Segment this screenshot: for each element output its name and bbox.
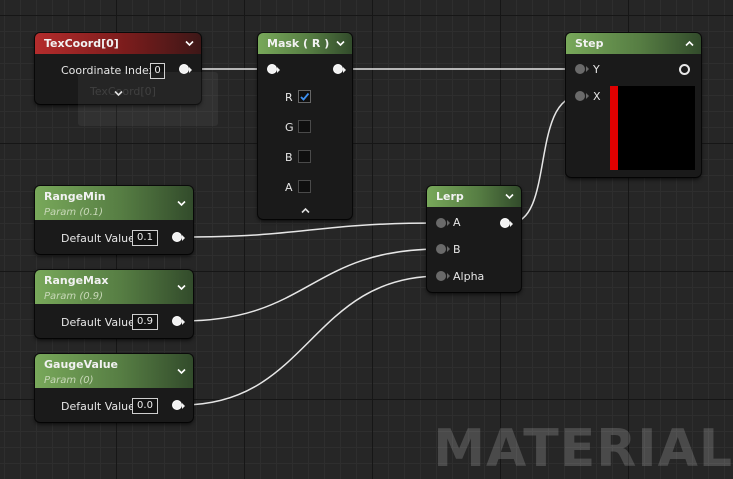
chevron-down-icon[interactable]: [504, 191, 515, 202]
channel-b-label: B: [285, 151, 293, 164]
wire-gaugevalue-to-lerp-alpha[interactable]: [181, 275, 441, 406]
wire-rangemin-to-lerp-a[interactable]: [181, 222, 441, 238]
material-graph-canvas[interactable]: TexCoord[0] Coordinate Index 0 TexCoord[…: [0, 0, 733, 479]
lerp-node[interactable]: Lerp A B Alpha: [427, 186, 521, 292]
texcoord-node-header[interactable]: TexCoord[0]: [35, 33, 201, 54]
step-node-header[interactable]: Step: [566, 33, 701, 54]
gaugevalue-default-label: Default Value: [61, 400, 135, 413]
rangemax-default-label: Default Value: [61, 316, 135, 329]
channel-r-label: R: [285, 91, 293, 104]
lerp-a-input-pin[interactable]: [436, 218, 450, 228]
gaugevalue-node[interactable]: GaugeValue Param (0) Default Value 0.0: [35, 354, 193, 422]
texcoord-ghost-label: TexCoord[0]: [78, 72, 218, 126]
gaugevalue-node-header[interactable]: GaugeValue Param (0): [35, 354, 193, 388]
step-x-label: X: [593, 90, 601, 103]
mask-node[interactable]: Mask ( R ) R G B A: [258, 33, 352, 219]
step-node[interactable]: Step Y X: [566, 33, 701, 177]
rangemin-node-header[interactable]: RangeMin Param (0.1): [35, 186, 193, 220]
chevron-down-icon[interactable]: [176, 282, 187, 293]
lerp-output-pin[interactable]: [500, 218, 513, 228]
gaugevalue-subtitle: Param (0): [44, 375, 94, 386]
channel-g-checkbox[interactable]: [298, 120, 311, 133]
channel-r-checkbox[interactable]: [298, 90, 311, 103]
chevron-down-icon[interactable]: [176, 198, 187, 209]
lerp-alpha-label: Alpha: [453, 270, 485, 283]
texcoord-node-title: TexCoord[0]: [44, 37, 119, 50]
rangemin-subtitle: Param (0.1): [44, 207, 104, 218]
chevron-down-icon[interactable]: [176, 366, 187, 377]
rangemax-node[interactable]: RangeMax Param (0.9) Default Value 0.9: [35, 270, 193, 338]
step-output-pin[interactable]: [679, 64, 690, 75]
mask-node-header[interactable]: Mask ( R ): [258, 33, 352, 54]
rangemin-title: RangeMin: [44, 190, 106, 203]
channel-a-checkbox[interactable]: [298, 180, 311, 193]
lerp-a-label: A: [453, 216, 461, 229]
channel-a-label: A: [285, 181, 293, 194]
step-y-label: Y: [593, 63, 600, 76]
gaugevalue-output-pin[interactable]: [172, 400, 185, 410]
preview-red-bar: [610, 86, 618, 170]
rangemin-value-field[interactable]: 0.1: [132, 230, 158, 246]
chevron-up-icon[interactable]: [300, 205, 311, 216]
rangemax-value-field[interactable]: 0.9: [132, 314, 158, 330]
channel-b-checkbox[interactable]: [298, 150, 311, 163]
gaugevalue-title: GaugeValue: [44, 358, 119, 371]
channel-g-label: G: [285, 121, 294, 134]
mask-node-title: Mask ( R ): [267, 37, 330, 50]
material-watermark: MATERIAL: [433, 419, 733, 479]
lerp-alpha-input-pin[interactable]: [436, 271, 450, 281]
gaugevalue-value-field[interactable]: 0.0: [132, 398, 158, 414]
lerp-b-label: B: [453, 243, 461, 256]
rangemax-subtitle: Param (0.9): [44, 291, 104, 302]
rangemin-default-label: Default Value: [61, 232, 135, 245]
lerp-node-header[interactable]: Lerp: [427, 186, 521, 207]
rangemin-node[interactable]: RangeMin Param (0.1) Default Value 0.1: [35, 186, 193, 254]
mask-output-pin[interactable]: [333, 64, 346, 74]
wire-rangemax-to-lerp-b[interactable]: [181, 248, 441, 322]
rangemax-node-header[interactable]: RangeMax Param (0.9): [35, 270, 193, 304]
step-y-input-pin[interactable]: [575, 64, 589, 74]
step-x-input-pin[interactable]: [575, 91, 589, 101]
lerp-node-title: Lerp: [436, 190, 464, 203]
chevron-down-icon[interactable]: [184, 38, 195, 49]
chevron-down-icon[interactable]: [335, 38, 346, 49]
chevron-up-icon[interactable]: [684, 38, 695, 49]
mask-input-pin[interactable]: [267, 64, 280, 74]
rangemax-title: RangeMax: [44, 274, 109, 287]
step-preview: [610, 86, 695, 170]
texcoord-ghost-text: TexCoord[0]: [90, 85, 156, 98]
rangemax-output-pin[interactable]: [172, 316, 185, 326]
rangemin-output-pin[interactable]: [172, 232, 185, 242]
step-node-title: Step: [575, 37, 604, 50]
lerp-b-input-pin[interactable]: [436, 244, 450, 254]
